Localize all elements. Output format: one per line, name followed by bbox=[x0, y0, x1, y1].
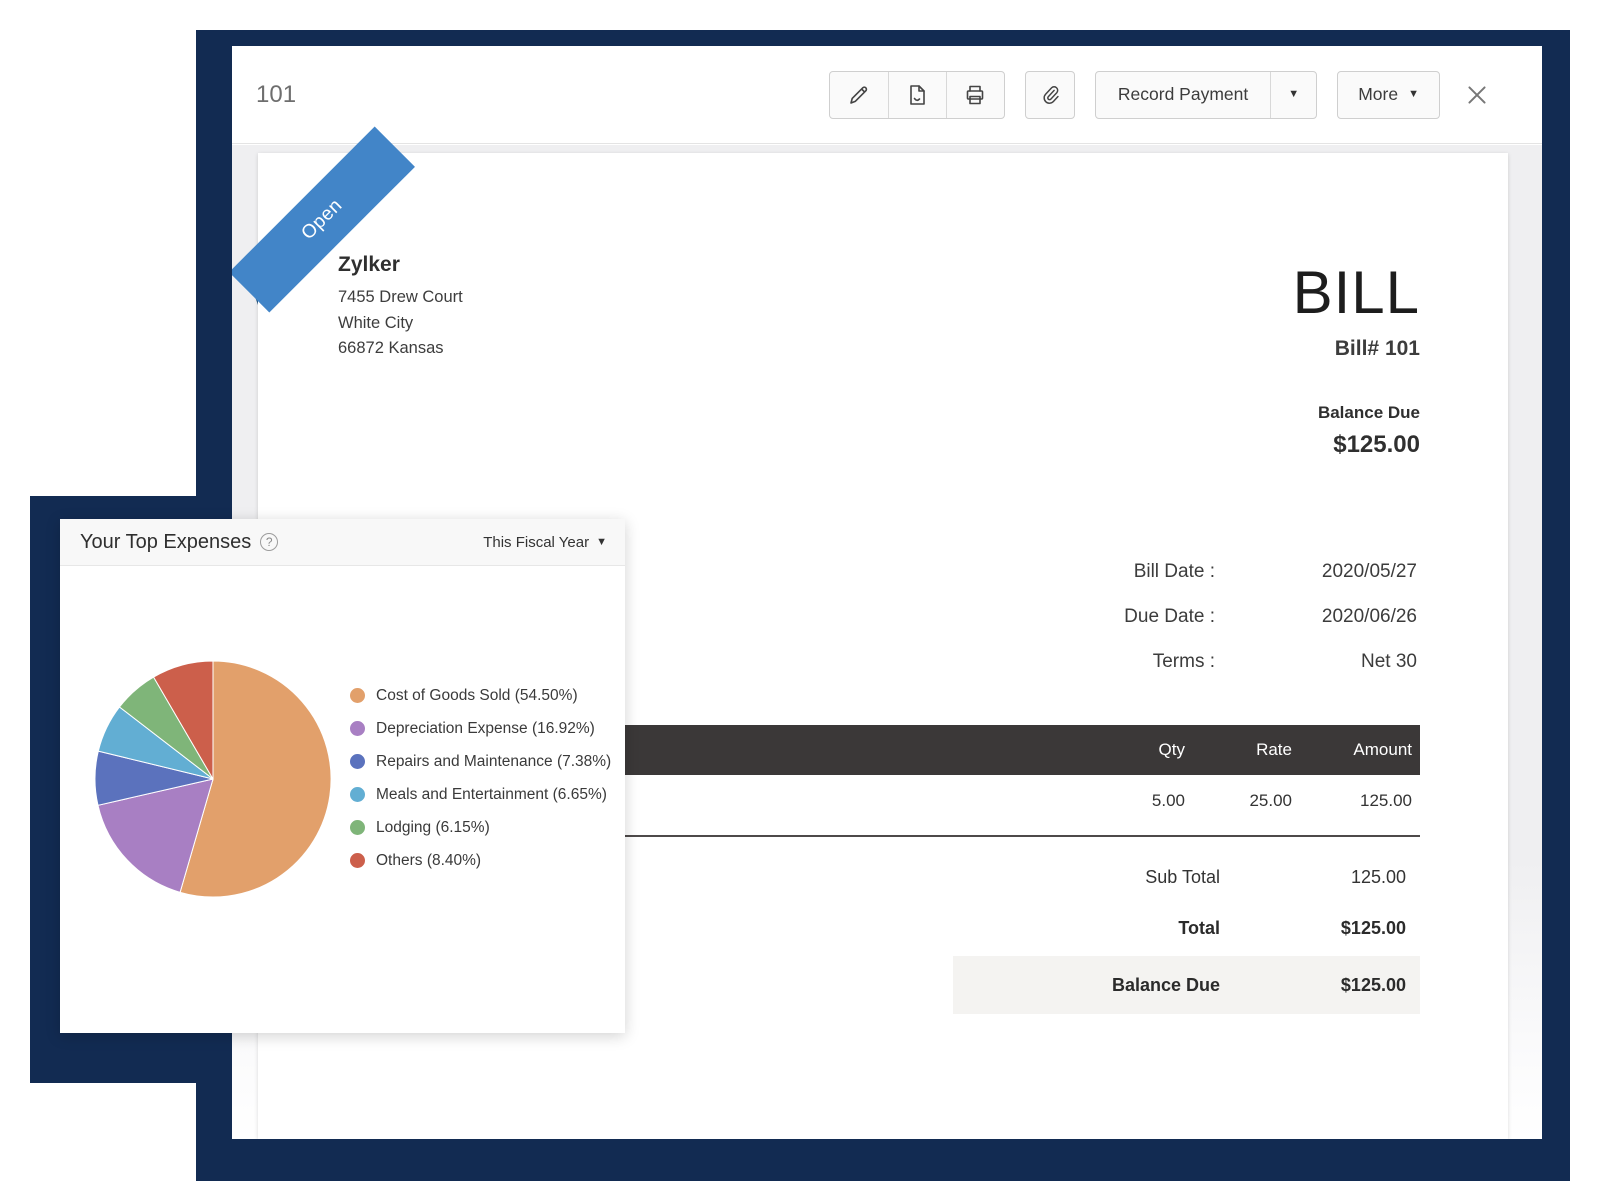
legend-dot bbox=[350, 754, 365, 769]
legend-item: Lodging (6.15%) bbox=[350, 811, 611, 844]
pdf-button[interactable] bbox=[888, 72, 946, 118]
bill-header-block: BILL Bill# 101 Balance Due $125.00 bbox=[1293, 263, 1420, 459]
rate-header: Rate bbox=[1185, 740, 1292, 760]
top-expenses-header: Your Top Expenses ? This Fiscal Year ▼ bbox=[60, 519, 625, 566]
sub-total-label: Sub Total bbox=[953, 867, 1220, 888]
due-date-label: Due Date : bbox=[947, 606, 1215, 628]
toolbar-actions: Record Payment ▼ More ▼ bbox=[829, 71, 1494, 119]
legend-item: Depreciation Expense (16.92%) bbox=[350, 712, 611, 745]
close-icon bbox=[1464, 82, 1490, 108]
top-expenses-card: Your Top Expenses ? This Fiscal Year ▼ C… bbox=[60, 519, 625, 1033]
status-ribbon-label: Open bbox=[297, 195, 347, 245]
total-label: Total bbox=[953, 918, 1220, 939]
vendor-address-block: Zylker 7455 Drew Court White City 66872 … bbox=[338, 253, 463, 362]
due-date-value: 2020/06/26 bbox=[1215, 606, 1417, 628]
record-payment-dropdown[interactable]: ▼ bbox=[1270, 72, 1316, 118]
balance-due-value: $125.00 bbox=[1293, 431, 1420, 459]
amount-header: Amount bbox=[1292, 740, 1412, 760]
legend-label: Meals and Entertainment (6.65%) bbox=[376, 786, 607, 804]
vendor-address-line: White City bbox=[338, 311, 463, 337]
edit-button[interactable] bbox=[830, 72, 888, 118]
legend-item: Cost of Goods Sold (54.50%) bbox=[350, 679, 611, 712]
bill-number: Bill# 101 bbox=[1293, 337, 1420, 361]
legend-dot bbox=[350, 820, 365, 835]
legend-dot bbox=[350, 721, 365, 736]
vendor-address-line: 7455 Drew Court bbox=[338, 285, 463, 311]
legend-item: Repairs and Maintenance (7.38%) bbox=[350, 745, 611, 778]
attach-button[interactable] bbox=[1025, 71, 1075, 119]
rate-cell: 25.00 bbox=[1185, 791, 1292, 811]
terms-label: Terms : bbox=[947, 651, 1215, 673]
balance-row-value: $125.00 bbox=[1220, 975, 1406, 996]
document-actions-group bbox=[829, 71, 1005, 119]
balance-due-row: Balance Due $125.00 bbox=[953, 956, 1420, 1014]
amount-cell: 125.00 bbox=[1292, 791, 1412, 811]
more-button[interactable]: More ▼ bbox=[1337, 71, 1440, 119]
period-label: This Fiscal Year bbox=[483, 534, 589, 551]
bill-date-value: 2020/05/27 bbox=[1215, 561, 1417, 583]
legend-label: Lodging (6.15%) bbox=[376, 819, 490, 837]
pdf-file-icon bbox=[905, 83, 929, 107]
close-button[interactable] bbox=[1460, 78, 1494, 112]
legend-label: Depreciation Expense (16.92%) bbox=[376, 720, 595, 738]
total-value: $125.00 bbox=[1220, 918, 1406, 939]
bill-title: BILL bbox=[1293, 263, 1420, 323]
legend-item: Meals and Entertainment (6.65%) bbox=[350, 778, 611, 811]
record-payment-button[interactable]: Record Payment bbox=[1096, 72, 1270, 118]
legend-dot bbox=[350, 787, 365, 802]
qty-header: Qty bbox=[1085, 740, 1185, 760]
legend-dot bbox=[350, 688, 365, 703]
qty-cell: 5.00 bbox=[1085, 791, 1185, 811]
record-payment-label: Record Payment bbox=[1118, 84, 1248, 105]
balance-due-label: Balance Due bbox=[1293, 403, 1420, 423]
legend-item: Others (8.40%) bbox=[350, 844, 611, 877]
sub-total-row: Sub Total 125.00 bbox=[953, 852, 1420, 902]
top-expenses-title: Your Top Expenses bbox=[80, 531, 251, 554]
record-payment-split-button: Record Payment ▼ bbox=[1095, 71, 1317, 119]
legend-label: Cost of Goods Sold (54.50%) bbox=[376, 687, 578, 705]
help-icon[interactable]: ? bbox=[260, 533, 278, 551]
bill-meta: Bill Date : 2020/05/27 Due Date : 2020/0… bbox=[947, 549, 1417, 684]
paperclip-icon bbox=[1039, 84, 1061, 106]
bill-date-row: Bill Date : 2020/05/27 bbox=[947, 549, 1417, 594]
totals-section: Sub Total 125.00 Total $125.00 Balance D… bbox=[953, 852, 1420, 1014]
legend-label: Others (8.40%) bbox=[376, 852, 481, 870]
chevron-down-icon: ▼ bbox=[1408, 89, 1419, 100]
doc-number: 101 bbox=[256, 81, 296, 109]
vendor-name: Zylker bbox=[338, 253, 463, 277]
total-row: Total $125.00 bbox=[953, 902, 1420, 954]
vendor-address-line: 66872 Kansas bbox=[338, 336, 463, 362]
toolbar: 101 Record Payment bbox=[232, 46, 1542, 144]
printer-icon bbox=[963, 83, 987, 107]
balance-row-label: Balance Due bbox=[953, 975, 1220, 996]
print-button[interactable] bbox=[946, 72, 1004, 118]
more-label: More bbox=[1358, 84, 1398, 105]
terms-row: Terms : Net 30 bbox=[947, 639, 1417, 684]
pie-legend: Cost of Goods Sold (54.50%) Depreciation… bbox=[350, 679, 611, 877]
legend-label: Repairs and Maintenance (7.38%) bbox=[376, 753, 611, 771]
due-date-row: Due Date : 2020/06/26 bbox=[947, 594, 1417, 639]
legend-dot bbox=[350, 853, 365, 868]
bill-date-label: Bill Date : bbox=[947, 561, 1215, 583]
terms-value: Net 30 bbox=[1215, 651, 1417, 673]
chevron-down-icon: ▼ bbox=[596, 537, 607, 548]
pie-chart[interactable] bbox=[94, 660, 332, 898]
chevron-down-icon: ▼ bbox=[1288, 89, 1299, 100]
sub-total-value: 125.00 bbox=[1220, 867, 1406, 888]
pie-chart-wrap bbox=[94, 660, 332, 898]
period-selector[interactable]: This Fiscal Year ▼ bbox=[483, 534, 607, 551]
pencil-icon bbox=[847, 83, 871, 107]
